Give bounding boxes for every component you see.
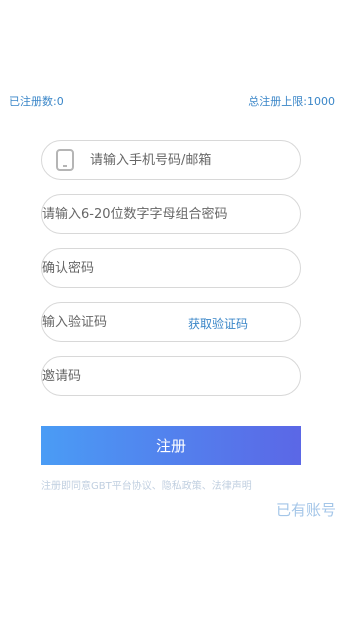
password-input[interactable] bbox=[42, 195, 292, 233]
login-link[interactable]: 已有账号 bbox=[276, 499, 336, 520]
agreement-prefix: 注册即同意GBT平台协议、 bbox=[41, 481, 162, 492]
phone-icon bbox=[54, 149, 76, 171]
agreement-text: 注册即同意GBT平台协议、隐私政策、法律声明 bbox=[41, 477, 252, 492]
get-code-button[interactable]: 获取验证码 bbox=[188, 315, 248, 332]
verification-code-field: 获取验证码 bbox=[41, 302, 301, 342]
agreement-separator: 、 bbox=[201, 481, 212, 492]
registered-count: 已注册数:0 bbox=[9, 95, 64, 108]
phone-input[interactable] bbox=[90, 141, 290, 179]
invite-code-input[interactable] bbox=[42, 357, 292, 395]
register-button[interactable]: 注册 bbox=[41, 426, 301, 465]
verification-code-input[interactable] bbox=[42, 303, 182, 341]
confirm-password-input[interactable] bbox=[42, 249, 292, 287]
privacy-policy-link[interactable]: 隐私政策 bbox=[162, 481, 202, 492]
confirm-password-field bbox=[41, 248, 301, 288]
invite-code-field bbox=[41, 356, 301, 396]
phone-field bbox=[41, 140, 301, 180]
legal-notice-link[interactable]: 法律声明 bbox=[212, 481, 252, 492]
password-field bbox=[41, 194, 301, 234]
registration-limit: 总注册上限:1000 bbox=[248, 95, 335, 108]
